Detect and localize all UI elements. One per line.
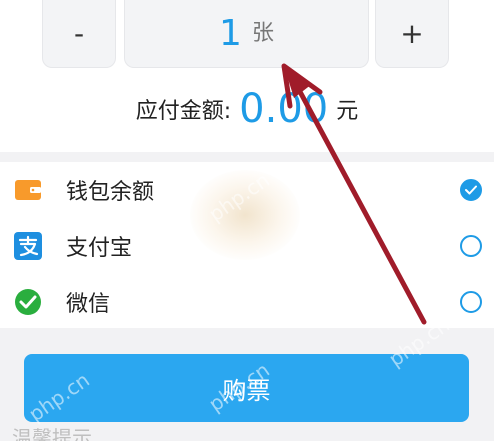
increase-quantity-button[interactable]: + <box>375 0 449 68</box>
unselected-radio-icon[interactable] <box>460 234 482 257</box>
amount-due-label: 应付金额: <box>135 99 232 124</box>
payment-option-wechat[interactable]: 微信 <box>0 274 494 329</box>
amount-due-value: 0.00 <box>239 86 329 132</box>
quantity-display: 1 张 <box>124 0 369 68</box>
buy-ticket-button[interactable]: 购票 <box>24 354 469 422</box>
payment-method-list: 钱包余额 支付宝 微信 <box>0 162 494 328</box>
quantity-unit: 张 <box>251 20 274 46</box>
unselected-radio-icon[interactable] <box>460 290 482 313</box>
notice-title: 温馨提示 <box>12 426 92 441</box>
payment-option-label: 支付宝 <box>66 235 133 261</box>
alipay-icon <box>14 231 42 260</box>
payment-option-label: 钱包余额 <box>66 179 155 205</box>
wechat-pay-icon <box>14 288 42 316</box>
payment-option-label: 微信 <box>66 291 111 317</box>
wallet-icon <box>14 176 42 204</box>
amount-due-unit: 元 <box>336 99 359 124</box>
amount-due-row: 应付金额: 0.00 元 <box>0 84 494 134</box>
selected-radio-check-icon[interactable] <box>460 178 482 201</box>
ticket-payment-screen: - 1 张 + 应付金额: 0.00 元 钱包余额 支付宝 微信 购票 温馨提示… <box>0 0 494 441</box>
quantity-section: - 1 张 + 应付金额: 0.00 元 <box>0 0 494 152</box>
payment-option-alipay[interactable]: 支付宝 <box>0 218 494 273</box>
payment-option-wallet[interactable]: 钱包余额 <box>0 162 494 217</box>
decrease-quantity-button[interactable]: - <box>42 0 116 68</box>
quantity-value: 1 <box>219 12 242 54</box>
